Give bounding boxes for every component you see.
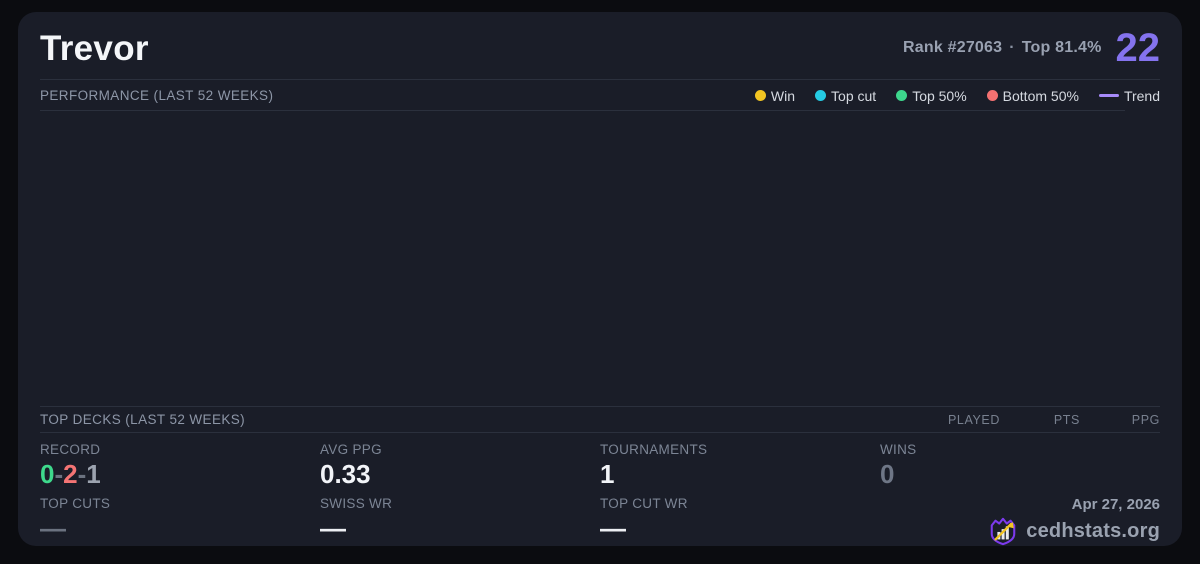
brand-name: cedhstats.org bbox=[1026, 519, 1160, 542]
top-decks-title: TOP DECKS (LAST 52 WEEKS) bbox=[40, 412, 246, 428]
top50-dot-icon bbox=[896, 90, 908, 101]
stat-label: TOP CUT WR bbox=[600, 496, 688, 511]
cedhstats-logo-icon bbox=[990, 517, 1016, 546]
top-percent: Top 81.4% bbox=[1021, 39, 1102, 56]
player-stats-card: Trevor Rank #27063 · Top 81.4% 22 PERFORMA… bbox=[18, 12, 1182, 546]
legend-item-bottom50: Bottom 50% bbox=[986, 87, 1079, 104]
record-separator: - bbox=[54, 459, 64, 490]
legend-item-top-cut: Top cut bbox=[815, 88, 876, 104]
stat-label: SWISS WR bbox=[320, 496, 393, 511]
player-name: Trevor bbox=[40, 28, 149, 68]
legend-item-top50: Top 50% bbox=[896, 87, 967, 104]
stat-label: RECORD bbox=[40, 442, 101, 458]
record-draws: 1 bbox=[86, 459, 101, 490]
tournaments-value: 1 bbox=[600, 459, 615, 490]
legend-label: Bottom 50% bbox=[1002, 87, 1079, 104]
legend-item-win: Win bbox=[754, 87, 796, 104]
stats-grid: RECORD 0-2-1 AVG PPG 0.33 TOURNAMENTS 1 … bbox=[40, 433, 1160, 546]
rank-separator: · bbox=[1009, 39, 1015, 56]
column-header-played: PLAYED bbox=[947, 412, 1000, 427]
footer-cell: Apr 27, 2026 cedhstats.org bbox=[880, 496, 1160, 546]
legend-label: Trend bbox=[1123, 87, 1160, 104]
trend-line-icon bbox=[1098, 94, 1119, 97]
win-dot-icon bbox=[754, 90, 766, 101]
player-score: 22 bbox=[1115, 26, 1161, 70]
stat-top-cuts: TOP CUTS — bbox=[40, 496, 320, 546]
legend-item-trend: Trend bbox=[1098, 87, 1160, 104]
top-cuts-value: — bbox=[40, 513, 66, 543]
screen: { "player": { "name": "Trevor", "rank_la… bbox=[0, 0, 1200, 564]
stat-swiss-wr: SWISS WR — bbox=[320, 496, 600, 546]
card-header: Trevor Rank #27063 · Top 81.4% 22 bbox=[40, 12, 1160, 80]
top-decks-section-header: TOP DECKS (LAST 52 WEEKS) PLAYED PTS PPG bbox=[40, 406, 1160, 434]
legend-label: Top cut bbox=[831, 87, 877, 104]
legend-label: Top 50% bbox=[912, 87, 967, 104]
top-cut-wr-value: — bbox=[600, 513, 626, 543]
stat-label: TOP CUTS bbox=[40, 496, 111, 511]
rank-block: Rank #27063 · Top 81.4% 22 bbox=[903, 26, 1161, 70]
rank-label: Rank #27063 bbox=[903, 39, 1003, 56]
column-header-ppg: PPG bbox=[1131, 412, 1160, 427]
stat-label: WINS bbox=[880, 442, 917, 458]
wins-value: 0 bbox=[880, 459, 895, 490]
column-header-pts: PTS bbox=[1053, 412, 1080, 427]
record-separator: - bbox=[77, 459, 87, 490]
avg-ppg-value: 0.33 bbox=[320, 459, 371, 490]
record-value: 0-2-1 bbox=[40, 460, 320, 489]
record-wins: 0 bbox=[40, 459, 55, 490]
performance-title: PERFORMANCE (LAST 52 WEEKS) bbox=[40, 88, 274, 103]
top-cut-dot-icon bbox=[815, 90, 827, 101]
stat-avg-ppg: AVG PPG 0.33 bbox=[320, 442, 600, 489]
performance-chart-area bbox=[40, 111, 1160, 406]
legend-label: Win bbox=[770, 87, 796, 104]
chart-legend: Win Top cut Top 50% Bottom 50% Trend bbox=[754, 87, 1160, 104]
rank-summary: Rank #27063 · Top 81.4% bbox=[903, 39, 1101, 57]
stat-label: AVG PPG bbox=[320, 442, 382, 458]
stat-tournaments: TOURNAMENTS 1 bbox=[600, 442, 880, 489]
top-decks-columns: PLAYED PTS PPG bbox=[920, 413, 1160, 427]
bottom50-dot-icon bbox=[986, 90, 998, 101]
stat-label: TOURNAMENTS bbox=[600, 442, 708, 458]
swiss-wr-value: — bbox=[320, 513, 346, 543]
record-losses: 2 bbox=[63, 459, 78, 490]
stat-wins: WINS 0 bbox=[880, 442, 1160, 489]
brand: cedhstats.org bbox=[988, 516, 1160, 546]
performance-section-header: PERFORMANCE (LAST 52 WEEKS) Win Top cut … bbox=[40, 80, 1160, 111]
report-date: Apr 27, 2026 bbox=[1071, 496, 1160, 513]
stat-top-cut-wr: TOP CUT WR — bbox=[600, 496, 880, 546]
stat-record: RECORD 0-2-1 bbox=[40, 442, 320, 489]
